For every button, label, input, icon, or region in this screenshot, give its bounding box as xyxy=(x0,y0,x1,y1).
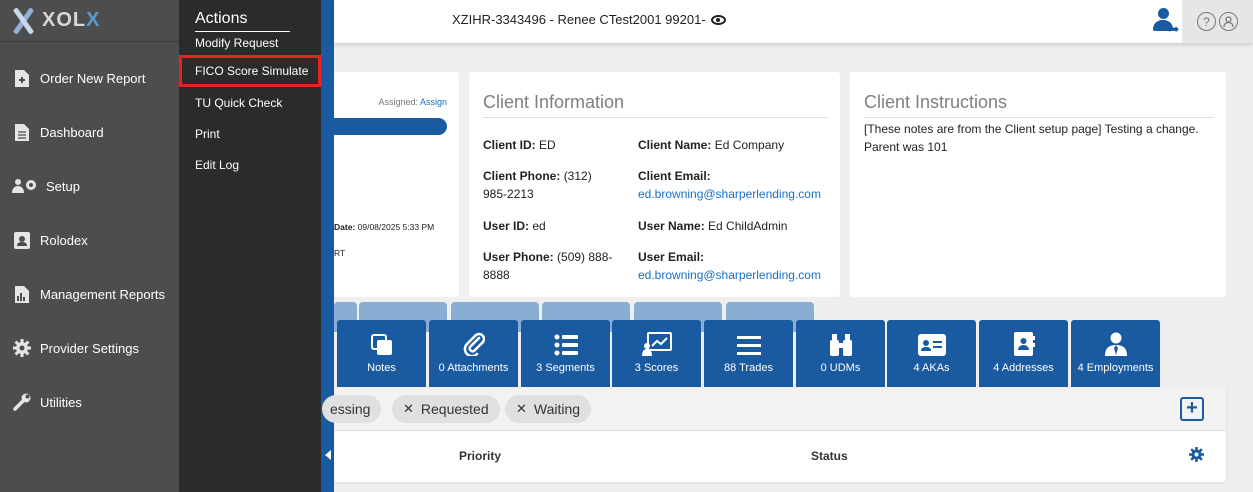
lines-icon xyxy=(736,320,761,356)
order-title: XZIHR-3343496 - Renee CTest2001 99201- xyxy=(452,12,726,27)
gear-icon xyxy=(12,338,32,358)
sidebar-item-utilities[interactable]: Utilities xyxy=(0,375,179,429)
tile-segments[interactable]: 3 Segments xyxy=(521,320,610,387)
logo[interactable]: XOLX xyxy=(0,0,179,42)
sidebar-item-dashboard[interactable]: Dashboard xyxy=(0,105,179,159)
filter-chip-waiting[interactable]: ✕ Waiting xyxy=(505,395,592,423)
client-id-field: Client ID: ED xyxy=(483,138,556,152)
user-id-field: User ID: ed xyxy=(483,219,546,233)
eye-icon[interactable] xyxy=(710,14,726,25)
progress-bar xyxy=(334,118,447,135)
action-tu-quick-check[interactable]: TU Quick Check xyxy=(179,87,321,118)
action-fico-score-simulate[interactable]: FICO Score Simulate xyxy=(179,55,321,87)
column-header-priority[interactable]: Priority xyxy=(459,449,501,463)
help-account-area: ? xyxy=(1182,0,1253,43)
sidebar-item-label: Provider Settings xyxy=(40,340,139,356)
gear-icon[interactable] xyxy=(1189,447,1204,466)
order-rt-text: RT xyxy=(334,248,346,258)
list-icon xyxy=(554,320,578,356)
user-email-field: User Email: ed.browning@sharperlending.co… xyxy=(638,250,821,282)
logo-text: XOLX xyxy=(42,9,101,31)
client-email-link[interactable]: ed.browning@sharperlending.com xyxy=(638,187,821,201)
help-icon[interactable]: ? xyxy=(1197,12,1216,31)
sidebar-item-label: Rolodex xyxy=(40,232,88,248)
document-icon xyxy=(12,122,32,142)
logo-icon xyxy=(10,8,36,34)
divider xyxy=(864,117,1214,118)
tile-trades[interactable]: 88 Trades xyxy=(704,320,793,387)
actions-menu: Actions Modify Request FICO Score Simula… xyxy=(179,0,321,492)
user-email-link[interactable]: ed.browning@sharperlending.com xyxy=(638,268,821,282)
actions-title: Actions xyxy=(179,0,321,30)
tile-attachments[interactable]: 0 Attachments xyxy=(429,320,518,387)
sidebar-item-label: Utilities xyxy=(40,394,82,410)
report-chart-icon xyxy=(12,284,32,304)
user-share-icon[interactable]: ➦ xyxy=(1152,6,1180,36)
wrench-icon xyxy=(12,392,32,412)
notes-icon xyxy=(370,320,393,356)
sidebar-item-provider-settings[interactable]: Provider Settings xyxy=(0,321,179,375)
id-card-icon xyxy=(917,320,946,356)
action-print[interactable]: Print xyxy=(179,118,321,149)
close-icon[interactable]: ✕ xyxy=(516,401,527,417)
client-instructions-title: Client Instructions xyxy=(864,92,1008,112)
filter-chip-requested[interactable]: ✕ Requested xyxy=(392,395,500,423)
client-info-title: Client Information xyxy=(483,92,625,112)
assigned-label: Assigned: Assign xyxy=(378,97,447,107)
collapse-arrow-icon xyxy=(325,450,331,460)
client-phone-field: Client Phone: (312) 985-2213 xyxy=(483,169,592,201)
order-date: Date: 09/08/2025 5:33 PM xyxy=(334,222,435,232)
tile-employments[interactable]: 4 Employments xyxy=(1071,320,1160,387)
sidebar-item-rolodex[interactable]: Rolodex xyxy=(0,213,179,267)
paperclip-icon xyxy=(463,320,485,356)
sidebar-item-label: Order New Report xyxy=(40,70,146,86)
add-filter-button[interactable]: + xyxy=(1180,397,1204,421)
contact-card-icon xyxy=(12,230,32,250)
sidebar-item-label: Management Reports xyxy=(40,286,166,302)
order-summary-card: Assigned: Assign Date: 09/08/2025 5:33 P… xyxy=(334,72,459,297)
assign-link[interactable]: Assign xyxy=(420,97,447,107)
tile-scores[interactable]: 3 Scores xyxy=(612,320,701,387)
sidebar-item-order-new-report[interactable]: Order New Report xyxy=(0,51,179,105)
users-gear-icon xyxy=(12,176,38,196)
requests-panel: essing ✕ Requested ✕ Waiting + Priority … xyxy=(322,387,1226,482)
file-plus-icon xyxy=(12,68,32,88)
address-book-icon xyxy=(1013,320,1035,356)
sidebar: XOLX Order New Report Dashboard Setup Ro… xyxy=(0,0,179,492)
column-header-status[interactable]: Status xyxy=(811,449,848,463)
client-instructions-card: Client Instructions [These notes are fro… xyxy=(850,72,1226,297)
sidebar-item-setup[interactable]: Setup xyxy=(0,159,179,213)
person-tie-icon xyxy=(1104,320,1127,356)
client-email-field: Client Email: ed.browning@sharperlending.… xyxy=(638,169,821,201)
client-instructions-text: [These notes are from the Client setup p… xyxy=(864,122,1199,154)
account-icon[interactable] xyxy=(1219,12,1238,31)
filter-bar: essing ✕ Requested ✕ Waiting + xyxy=(322,387,1226,431)
divider xyxy=(483,117,828,118)
filter-chip-processing[interactable]: essing xyxy=(322,395,382,423)
binoculars-icon xyxy=(828,320,854,356)
chart-score-icon xyxy=(641,320,672,356)
client-information-card: Client Information Client ID: ED Client … xyxy=(469,72,840,297)
action-modify-request[interactable]: Modify Request xyxy=(179,31,321,55)
user-phone-field: User Phone: (509) 888- 8888 xyxy=(483,250,613,282)
tile-addresses[interactable]: 4 Addresses xyxy=(979,320,1068,387)
tile-udms[interactable]: 0 UDMs xyxy=(796,320,885,387)
sidebar-item-label: Dashboard xyxy=(40,124,104,140)
sidebar-item-label: Setup xyxy=(46,178,80,194)
tile-akas[interactable]: 4 AKAs xyxy=(887,320,976,387)
sidebar-item-management-reports[interactable]: Management Reports xyxy=(0,267,179,321)
tile-notes[interactable]: Notes xyxy=(337,320,426,387)
user-name-field: User Name: Ed ChildAdmin xyxy=(638,219,788,233)
top-bar: XZIHR-3343496 - Renee CTest2001 99201- ➦… xyxy=(334,0,1253,43)
client-name-field: Client Name: Ed Company xyxy=(638,138,785,152)
action-edit-log[interactable]: Edit Log xyxy=(179,149,321,180)
close-icon[interactable]: ✕ xyxy=(403,401,414,417)
